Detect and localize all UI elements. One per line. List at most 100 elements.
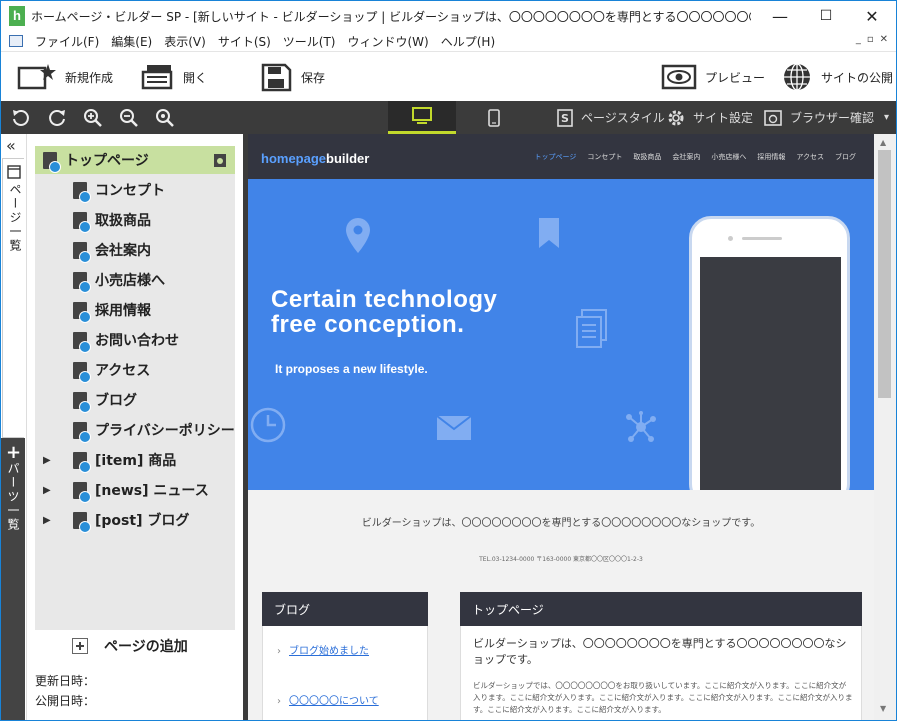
tab-parts-list[interactable]: + パーツ一覧 [1, 438, 25, 720]
preview-eye-icon [661, 64, 697, 90]
tab-page-list[interactable]: ページ一覧 [2, 158, 24, 438]
scrollbar-thumb[interactable] [878, 150, 891, 398]
save-label: 保存 [301, 70, 326, 85]
preview-button[interactable]: プレビュー [661, 60, 765, 94]
page-style-button[interactable]: S ページスタイル [557, 101, 665, 134]
tree-item-label: [item] 商品 [95, 453, 177, 469]
preview-scrollbar[interactable]: ▲ ▼ [874, 134, 896, 720]
tree-item-company[interactable]: 会社案内 [35, 236, 235, 264]
add-page-button[interactable]: ページの追加 [72, 636, 188, 656]
page-style-label: ページスタイル [581, 111, 665, 125]
collapse-panel-icon[interactable]: « [6, 136, 16, 155]
clock-icon [250, 407, 286, 443]
site-logo-part-b: builder [326, 151, 370, 166]
pc-view-button[interactable] [388, 101, 456, 134]
maximize-button[interactable]: ☐ [803, 1, 849, 31]
site-header: homepagebuilder トップページ コンセプト 取扱商品 会社案内 小… [248, 134, 874, 179]
undo-icon[interactable] [10, 107, 32, 129]
smartphone-view-button[interactable] [481, 101, 507, 134]
megaphone-icon [73, 481, 91, 503]
zoom-in-icon[interactable] [82, 107, 104, 129]
tree-item-blog[interactable]: ブログ [35, 386, 235, 414]
site-nav-blog[interactable]: ブログ [835, 152, 856, 162]
tree-item-concept[interactable]: コンセプト [35, 176, 235, 204]
site-logo[interactable]: homepagebuilder [261, 151, 369, 166]
mdi-minimize-button[interactable]: _ [856, 34, 861, 45]
intro-band: ビルダーショップは、〇〇〇〇〇〇〇〇を専門とする〇〇〇〇〇〇〇〇なショップです。… [248, 490, 874, 576]
scroll-down-icon[interactable]: ▼ [880, 704, 886, 713]
publish-button[interactable]: サイトの公開 [781, 60, 893, 94]
tree-item-access[interactable]: アクセス [35, 356, 235, 384]
window-title: ホームページ・ビルダー SP - [新しいサイト - ビルダーショップ | ビル… [31, 9, 751, 24]
globe-upload-icon [784, 63, 810, 91]
title-bar: h ホームページ・ビルダー SP - [新しいサイト - ビルダーショップ | … [1, 1, 896, 31]
blog-link[interactable]: ブログ始めました [277, 642, 369, 657]
tree-item-recruit[interactable]: 採用情報 [35, 296, 235, 324]
save-disk-icon [261, 63, 292, 92]
expand-arrow-icon[interactable]: ▶ [43, 455, 59, 466]
menu-edit[interactable]: 編集(E) [105, 33, 158, 50]
app-logo-icon: h [9, 6, 25, 26]
menu-view[interactable]: 表示(V) [158, 33, 212, 50]
preview-label: プレビュー [705, 70, 766, 85]
zoom-out-icon[interactable] [118, 107, 140, 129]
hero-subtitle: It proposes a new lifestyle. [275, 362, 428, 376]
top-page-box: ビルダーショップは、〇〇〇〇〇〇〇〇を専門とする〇〇〇〇〇〇〇〇なショップです。… [460, 626, 862, 720]
mdi-controls: _ ▫ ✕ [856, 34, 888, 45]
site-nav-concept[interactable]: コンセプト [587, 152, 622, 162]
tree-group-item[interactable]: ▶ [item] 商品 [35, 446, 235, 474]
page-settings-icon[interactable] [213, 153, 227, 168]
add-page-label: ページの追加 [104, 639, 188, 655]
page-icon [73, 211, 91, 233]
tree-item-top-page[interactable]: トップページ [35, 146, 235, 174]
blog-link[interactable]: 〇〇〇〇〇について [277, 692, 379, 707]
site-nav-recruit[interactable]: 採用情報 [757, 152, 785, 162]
expand-arrow-icon[interactable]: ▶ [43, 485, 59, 496]
tree-item-retailers[interactable]: 小売店様へ [35, 266, 235, 294]
tree-item-label: ブログ [95, 393, 137, 409]
top-page-lead: ビルダーショップは、〇〇〇〇〇〇〇〇を専門とする〇〇〇〇〇〇〇〇なショップです。 [473, 637, 847, 666]
tree-item-products[interactable]: 取扱商品 [35, 206, 235, 234]
contact-info: TEL.03-1234-0000 〒163-0000 東京都〇〇区〇〇〇1-2-… [479, 556, 643, 563]
browser-check-button[interactable]: ブラウザー確認 ▾ [764, 101, 889, 134]
close-button[interactable]: ✕ [849, 1, 895, 31]
site-nav-products[interactable]: 取扱商品 [633, 152, 661, 162]
tree-item-label: アクセス [95, 363, 151, 379]
top-page-box-heading: トップページ [460, 592, 862, 626]
page-list-icon [7, 165, 21, 179]
map-pin-icon [346, 218, 370, 253]
minimize-button[interactable]: — [757, 1, 803, 31]
browser-dropdown-icon[interactable]: ▾ [884, 112, 889, 123]
tree-item-contact[interactable]: お問い合わせ [35, 326, 235, 354]
new-button[interactable]: 新規作成 [17, 60, 113, 94]
gear-icon [668, 110, 684, 125]
zoom-reset-icon[interactable] [154, 107, 176, 129]
scroll-up-icon[interactable]: ▲ [880, 138, 886, 147]
site-nav-retailers[interactable]: 小売店様へ [711, 152, 746, 162]
site-nav-top[interactable]: トップページ [534, 152, 576, 162]
site-canvas[interactable]: homepagebuilder トップページ コンセプト 取扱商品 会社案内 小… [248, 134, 874, 720]
tree-group-post[interactable]: ▶ [post] ブログ [35, 506, 235, 534]
redo-icon[interactable] [46, 107, 68, 129]
menu-help[interactable]: ヘルプ(H) [435, 33, 501, 50]
open-button[interactable]: 開く [139, 60, 207, 94]
published-date-label: 公開日時： [35, 694, 96, 708]
menu-tools[interactable]: ツール(T) [277, 33, 342, 50]
mdi-close-button[interactable]: ✕ [880, 34, 888, 45]
mdi-restore-button[interactable]: ▫ [867, 34, 874, 45]
expand-arrow-icon[interactable]: ▶ [43, 515, 59, 526]
page-tree: トップページ コンセプト 取扱商品 会社案内 小売店様へ 採用情報 お問い合わせ… [35, 146, 235, 630]
menu-window[interactable]: ウィンドウ(W) [342, 33, 435, 50]
save-button[interactable]: 保存 [259, 60, 325, 94]
site-nav-company[interactable]: 会社案内 [672, 152, 700, 162]
bookmark-icon [539, 218, 559, 248]
menu-site[interactable]: サイト(S) [212, 33, 277, 50]
site-settings-button[interactable]: サイト設定 [667, 101, 753, 134]
tree-item-label: プライバシーポリシー [95, 423, 235, 439]
tree-group-news[interactable]: ▶ [news] ニュース [35, 476, 235, 504]
document-menu-icon[interactable] [9, 35, 23, 47]
site-nav-access[interactable]: アクセス [796, 152, 824, 162]
page-icon [73, 421, 91, 443]
tree-item-privacy[interactable]: プライバシーポリシー [35, 416, 235, 444]
menu-file[interactable]: ファイル(F) [29, 33, 105, 50]
